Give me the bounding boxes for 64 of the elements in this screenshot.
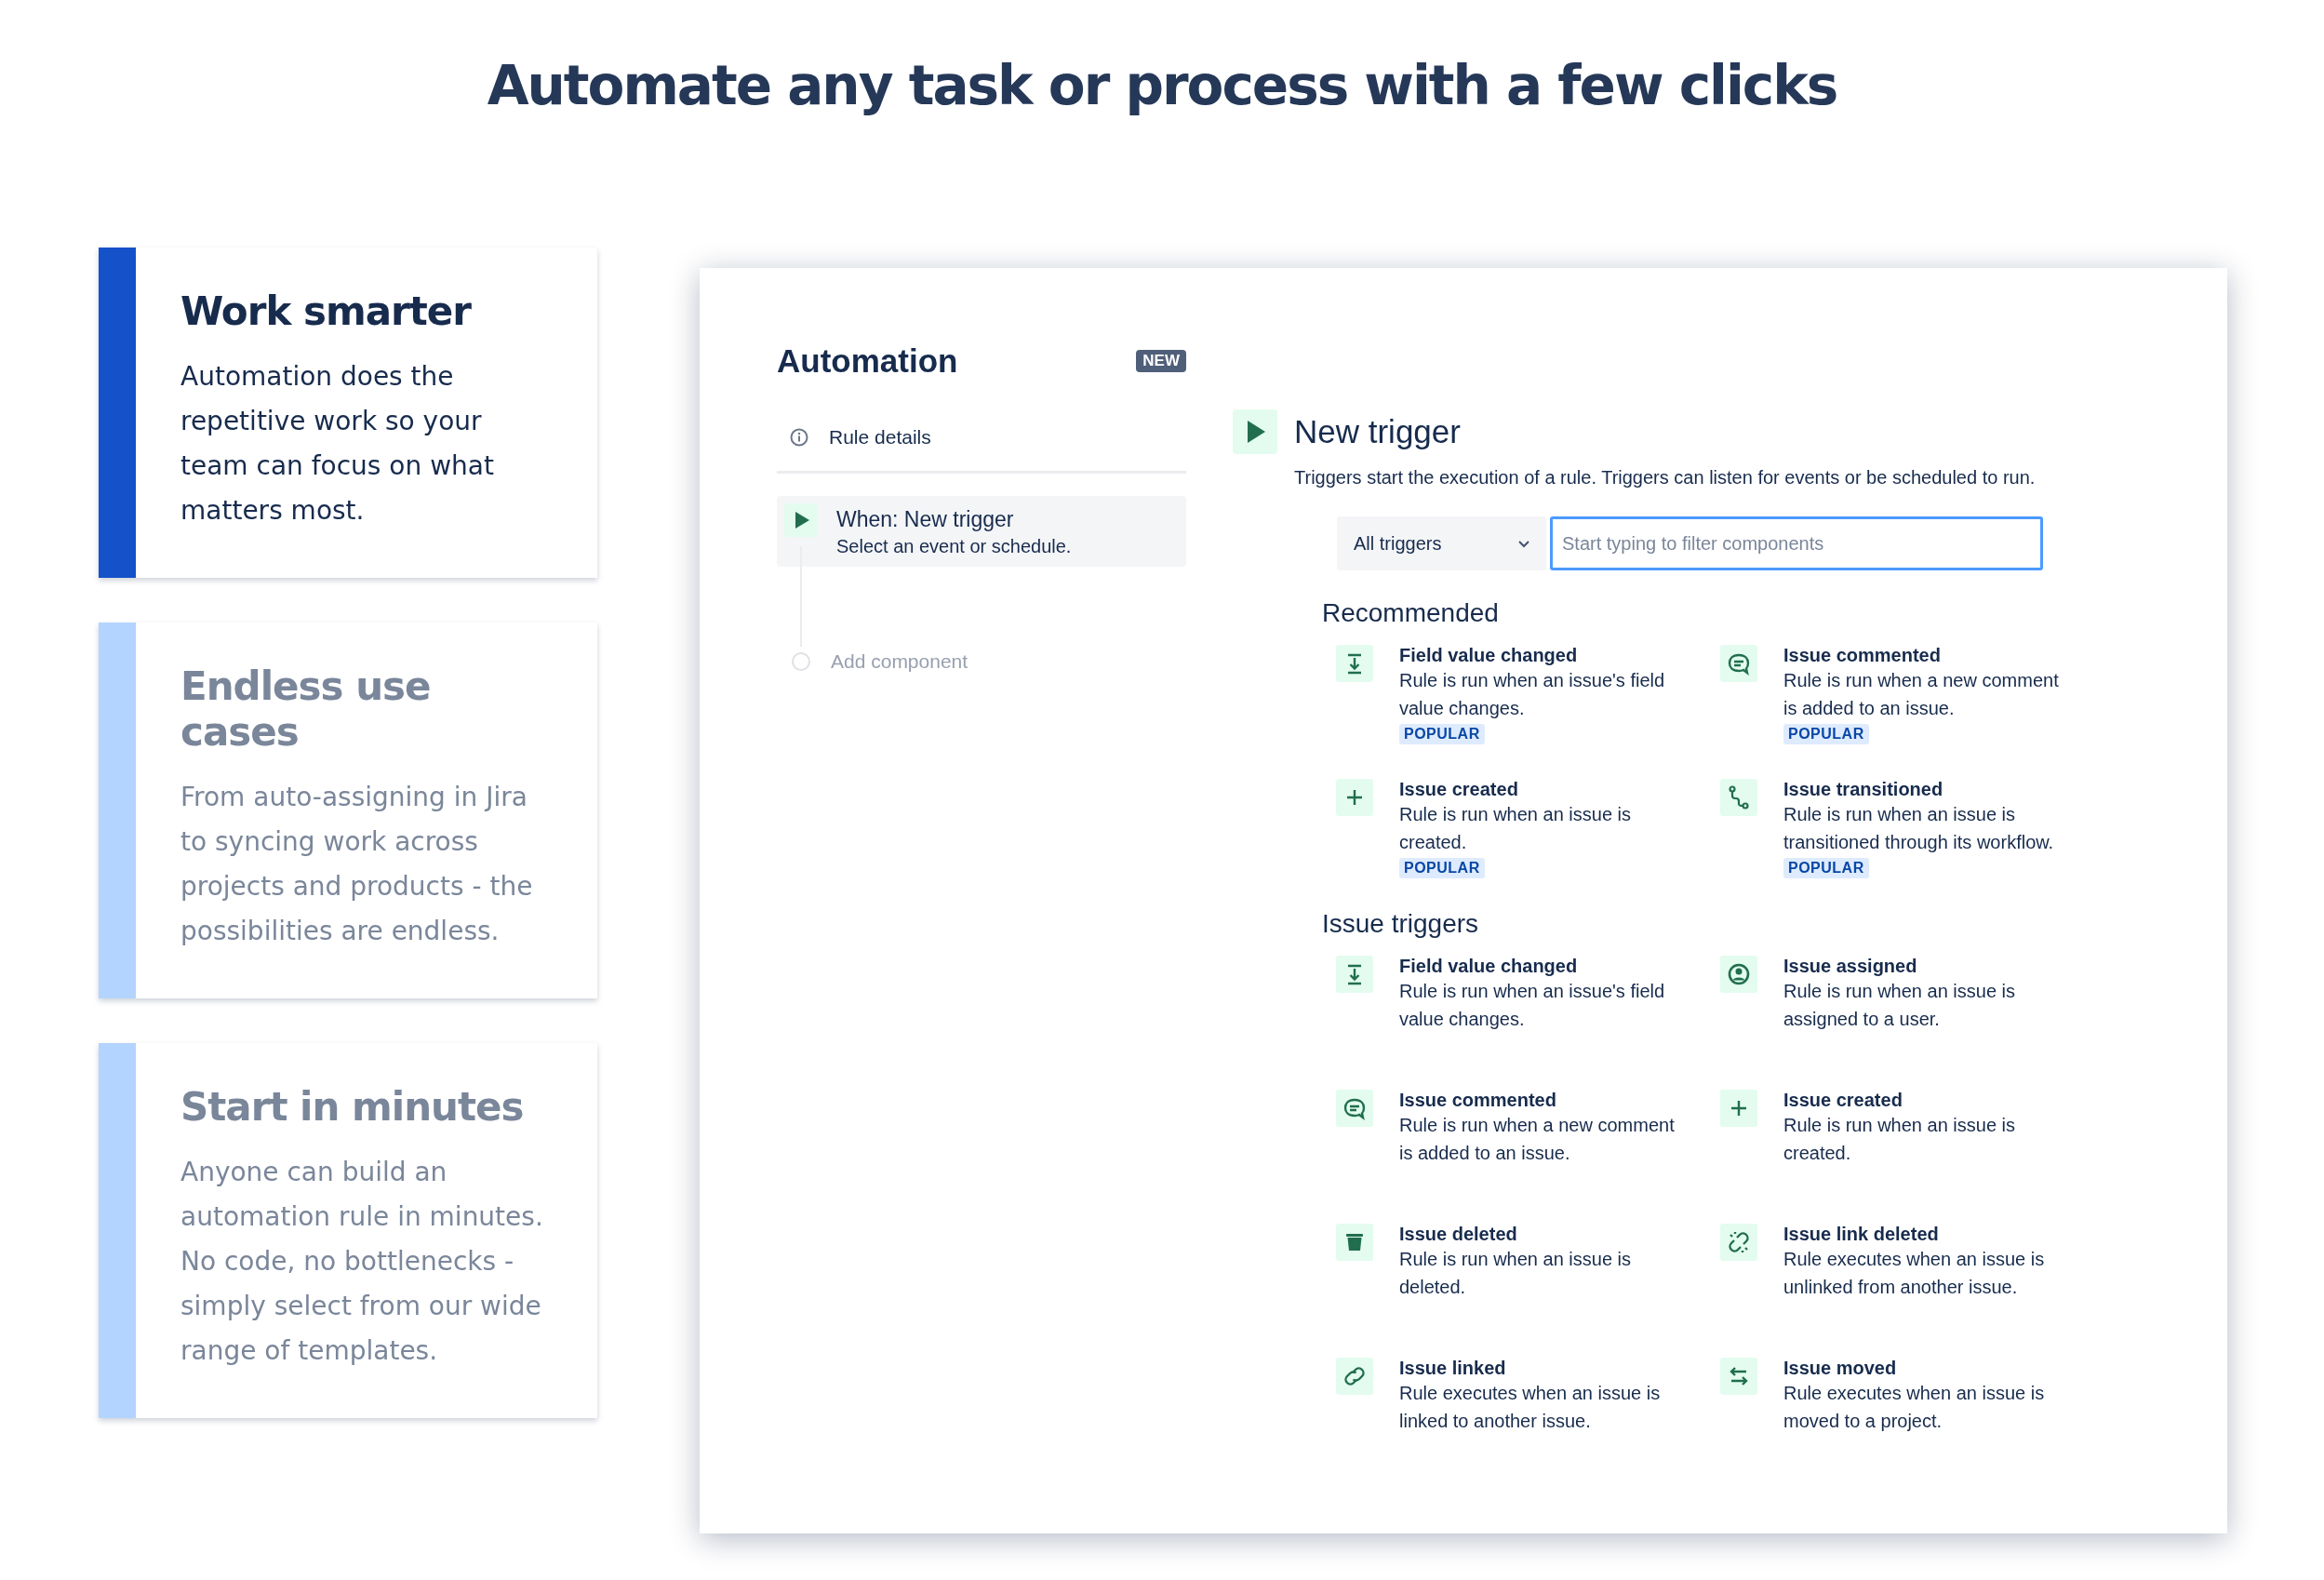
page-headline: Automate any task or process with a few clicks: [486, 54, 1838, 117]
card-title: Work smarter: [180, 288, 473, 334]
trigger-title[interactable]: Field value changed: [1399, 645, 1680, 666]
card-text: Anyone can build an automation rule in minutes. No code, no bottlenecks - simply select from our wide range of templates.: [180, 1156, 544, 1368]
new-badge: NEW: [1136, 350, 1186, 372]
trigger-description: Rule is run when an issue is deleted.: [1399, 1248, 1632, 1299]
person-icon[interactable]: [1720, 956, 1757, 993]
trigger-description: Rule is run when an issue is created.: [1783, 1114, 2016, 1165]
plus-icon[interactable]: [1336, 779, 1373, 816]
trigger-panel-description: Triggers start the execution of a rule. Triggers can listen for events or be scheduled to run.: [1294, 467, 2037, 489]
card-title: Endless use cases: [180, 663, 432, 755]
trigger-description: Rule is run when a new comment is added to an issue.: [1399, 1114, 1676, 1165]
trigger-title[interactable]: Issue commented: [1783, 645, 2064, 666]
trigger-description: Rule executes when an issue is linked to another issue.: [1399, 1382, 1662, 1433]
section-heading: Recommended: [1322, 598, 1500, 628]
trash-icon[interactable]: [1336, 1224, 1373, 1261]
trigger-title[interactable]: Issue link deleted: [1783, 1224, 2064, 1245]
trigger-title[interactable]: Issue created: [1399, 779, 1680, 800]
trigger-description: Rule is run when an issue is created.: [1399, 803, 1632, 854]
trigger-step[interactable]: When: New trigger Select an event or schedule.: [777, 496, 1186, 567]
feature-card[interactable]: Start in minutes Anyone can build an automation rule in minutes. No code, no bottlenecks - simply select from our wide range of templates.: [99, 1043, 597, 1418]
card-text: From auto-assigning in Jira to syncing work across projects and products - the possibilities are endless.: [180, 781, 534, 948]
trigger-title[interactable]: Issue commented: [1399, 1090, 1680, 1111]
trigger-title[interactable]: Issue assigned: [1783, 956, 2064, 977]
play-icon: [1233, 409, 1277, 454]
automation-title: Automation: [777, 342, 958, 380]
broken-link-icon[interactable]: [1720, 1224, 1757, 1261]
popular-badge: POPULAR: [1399, 858, 1485, 878]
empty-circle-icon: [792, 652, 810, 671]
popular-badge: POPULAR: [1783, 724, 1869, 744]
trigger-description: Rule executes when an issue is unlinked from another issue.: [1783, 1248, 2046, 1299]
trigger-description: Rule is run when an issue's field value changes.: [1399, 980, 1666, 1031]
trigger-description: Rule executes when an issue is moved to a project.: [1783, 1382, 2046, 1433]
info-icon: [790, 428, 808, 447]
trigger-description: Rule is run when an issue's field value changes.: [1399, 669, 1666, 720]
plus-icon[interactable]: [1720, 1090, 1757, 1127]
step-title: When: New trigger: [836, 507, 1015, 532]
rule-details-link[interactable]: Rule details: [829, 426, 931, 449]
popular-badge: POPULAR: [1399, 724, 1485, 744]
step-subtitle: Select an event or schedule.: [836, 536, 1072, 557]
trigger-title[interactable]: Issue linked: [1399, 1358, 1680, 1379]
trigger-title[interactable]: Issue moved: [1783, 1358, 2064, 1379]
trigger-title[interactable]: Issue transitioned: [1783, 779, 2064, 800]
feature-card[interactable]: Endless use cases From auto-assigning in Jira to syncing work across projects and products - the possibilities are endless.: [99, 623, 597, 998]
trigger-title[interactable]: Issue created: [1783, 1090, 2064, 1111]
link-icon[interactable]: [1336, 1358, 1373, 1395]
speech-bubble-icon[interactable]: [1336, 1090, 1373, 1127]
card-text: Automation does the repetitive work so your team can focus on what matters most.: [180, 360, 495, 528]
section-heading: Issue triggers: [1322, 909, 1480, 939]
trigger-panel-title: New trigger: [1294, 413, 1461, 450]
play-icon: [784, 503, 818, 537]
trigger-title[interactable]: Issue deleted: [1399, 1224, 1680, 1245]
card-title: Start in minutes: [180, 1084, 525, 1130]
popular-badge: POPULAR: [1783, 858, 1869, 878]
trigger-type-dropdown[interactable]: All triggers: [1337, 516, 1546, 570]
feature-card[interactable]: Work smarter Automation does the repetitive work so your team can focus on what matters most.: [99, 248, 597, 578]
trigger-title[interactable]: Field value changed: [1399, 956, 1680, 977]
trigger-description: Rule is run when an issue is assigned to a user.: [1783, 980, 2016, 1031]
trigger-description: Rule is run when a new comment is added to an issue.: [1783, 669, 2060, 720]
speech-bubble-icon[interactable]: [1720, 645, 1757, 682]
path-icon[interactable]: [1720, 779, 1757, 816]
trigger-description: Rule is run when an issue is transitioned through its workflow.: [1783, 803, 2055, 854]
filter-input-field[interactable]: Start typing to filter components: [1550, 516, 2043, 570]
swap-arrows-icon[interactable]: [1720, 1358, 1757, 1395]
